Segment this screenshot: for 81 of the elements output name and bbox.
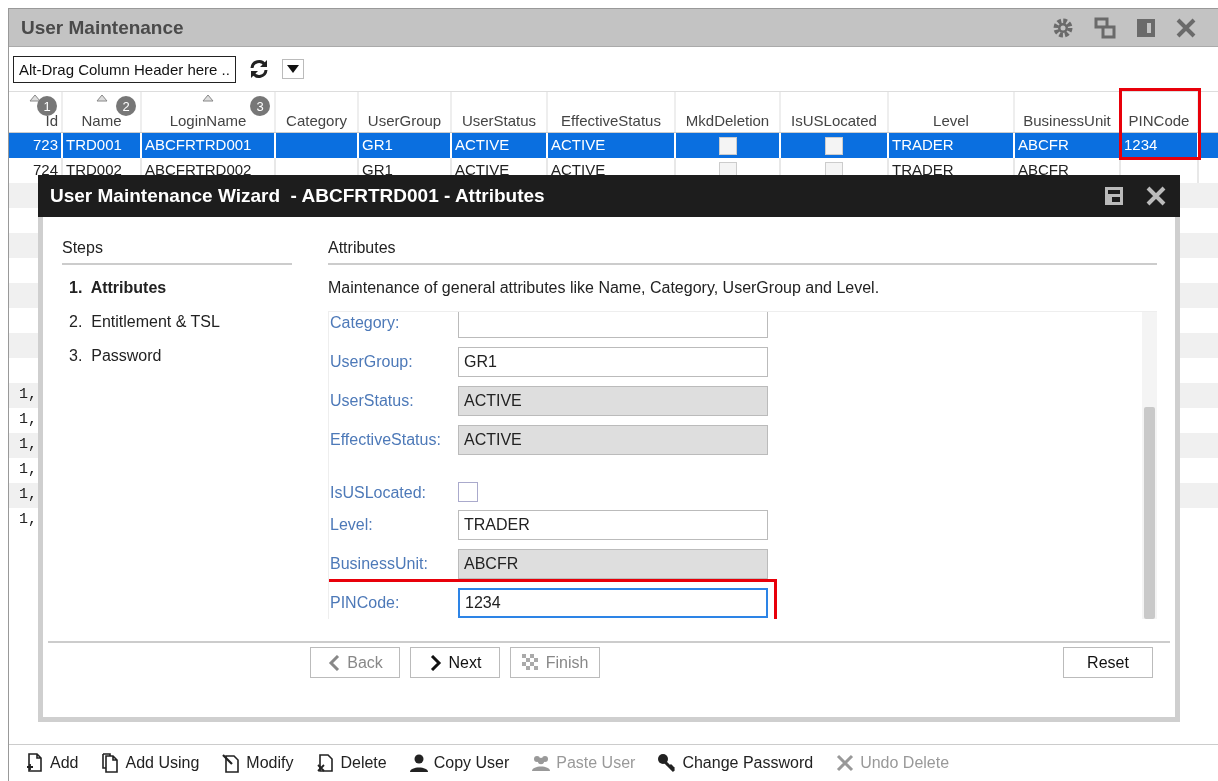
input-field[interactable]: GR1 bbox=[458, 346, 768, 377]
person-icon bbox=[408, 753, 429, 773]
close-icon[interactable] bbox=[1146, 186, 1166, 206]
toolbar-button[interactable]: Delete bbox=[315, 753, 387, 773]
scrollbar[interactable] bbox=[1142, 312, 1157, 619]
input-field[interactable] bbox=[458, 312, 768, 338]
field-label: EffectiveStatus: bbox=[330, 430, 442, 449]
table-cell-text: 1, bbox=[18, 385, 37, 405]
table-cell: ABCFRTRD001 bbox=[145, 136, 252, 153]
toolbar-button[interactable]: Copy User bbox=[408, 753, 510, 773]
dropdown-button[interactable] bbox=[281, 59, 304, 79]
input-field[interactable]: ABCFR bbox=[458, 548, 768, 579]
table-cell-text: 1, bbox=[18, 435, 37, 455]
table-cell: 724 bbox=[32, 161, 58, 178]
save-icon[interactable] bbox=[1104, 186, 1124, 206]
cross-icon bbox=[835, 753, 856, 773]
table-cell: TRD002 bbox=[66, 161, 122, 178]
toolbar-button[interactable]: Add Using bbox=[100, 753, 200, 773]
field-label: PINCode: bbox=[330, 593, 401, 612]
field-label: IsUSLocated: bbox=[330, 484, 428, 502]
checkbox[interactable] bbox=[825, 136, 843, 155]
people-icon bbox=[531, 753, 552, 773]
key-icon bbox=[657, 753, 678, 773]
wizard-step[interactable]: 1. Attributes bbox=[69, 277, 167, 299]
table-cell: ABCFRTRD002 bbox=[145, 161, 252, 178]
next-button[interactable]: Next bbox=[410, 647, 500, 678]
table-cell: TRADER bbox=[892, 136, 954, 153]
page-description: Maintenance of general attributes like Name, Category, UserGroup and Level. bbox=[328, 279, 881, 297]
field-label: Level: bbox=[330, 515, 374, 534]
caret-icon bbox=[286, 65, 299, 73]
input-field[interactable]: ACTIVE bbox=[458, 424, 768, 455]
table-cell: TRD001 bbox=[66, 136, 122, 153]
dialog-title: User Maintenance Wizard - ABCFRTRD001 - Attributes bbox=[50, 185, 545, 207]
wizard-step[interactable]: 3. Password bbox=[69, 345, 162, 367]
table-cell-text: 1, bbox=[18, 460, 37, 480]
document-cross-icon bbox=[315, 753, 336, 773]
sort-order-badge: 2 bbox=[116, 96, 136, 116]
table-cell: 1234 bbox=[1124, 136, 1158, 153]
document-pencil-icon bbox=[221, 753, 242, 773]
checkbox[interactable] bbox=[718, 136, 737, 155]
restore-icon[interactable] bbox=[1094, 16, 1116, 39]
table-cell: ACTIVE bbox=[551, 161, 606, 178]
field-label: Category: bbox=[330, 313, 401, 332]
table-cell: GR1 bbox=[362, 136, 393, 153]
input-field[interactable]: 1234 bbox=[458, 587, 768, 618]
table-cell-text: 1, bbox=[18, 510, 37, 530]
sort-order-badge: 3 bbox=[250, 96, 270, 116]
reset-button[interactable]: Reset bbox=[1063, 647, 1153, 678]
table-cell: ACTIVE bbox=[455, 136, 510, 153]
chevron-left-icon bbox=[327, 654, 342, 671]
window-title: User Maintenance bbox=[21, 16, 185, 39]
toolbar-button[interactable]: Modify bbox=[221, 753, 294, 773]
input-field[interactable]: TRADER bbox=[458, 509, 768, 540]
table-cell: TRADER bbox=[892, 161, 954, 178]
maximize-icon[interactable] bbox=[1136, 17, 1156, 38]
table-cell: ACTIVE bbox=[455, 161, 510, 178]
sort-order-badge: 1 bbox=[37, 96, 57, 116]
wizard-step[interactable]: 2. Entitlement & TSL bbox=[69, 311, 220, 333]
settings-icon[interactable] bbox=[1052, 16, 1074, 39]
field-label: BusinessUnit: bbox=[330, 554, 429, 573]
chevron-right-icon bbox=[428, 654, 443, 671]
table-row[interactable]: 723 TRD001 ABCFRTRD001 GR1 ACTIVE ACTIVE TRADER ABCFR 1234 bbox=[9, 133, 1218, 158]
steps-heading: Steps bbox=[62, 239, 292, 265]
table-cell-text: 1, bbox=[18, 410, 37, 430]
field-label: UserStatus: bbox=[330, 391, 415, 410]
checkbox[interactable] bbox=[458, 482, 478, 502]
field-label: UserGroup: bbox=[330, 352, 414, 371]
table-cell-text: 1, bbox=[18, 485, 37, 505]
document-plus-icon bbox=[25, 753, 45, 773]
table-cell: ABCFR bbox=[1018, 136, 1069, 153]
input-field[interactable]: ACTIVE bbox=[458, 385, 768, 416]
group-by-area[interactable]: Alt-Drag Column Header here .. bbox=[13, 55, 236, 83]
toolbar-button[interactable]: Add bbox=[25, 753, 79, 773]
toolbar-button[interactable]: Change Password bbox=[657, 753, 814, 773]
documents-icon bbox=[100, 753, 121, 773]
table-cell: ABCFR bbox=[1018, 161, 1069, 178]
table-cell: GR1 bbox=[362, 161, 393, 178]
page-heading: Attributes bbox=[328, 239, 1157, 265]
checkered-flag-icon bbox=[521, 653, 540, 672]
table-cell: 723 bbox=[32, 136, 58, 153]
table-cell: ACTIVE bbox=[551, 136, 606, 153]
